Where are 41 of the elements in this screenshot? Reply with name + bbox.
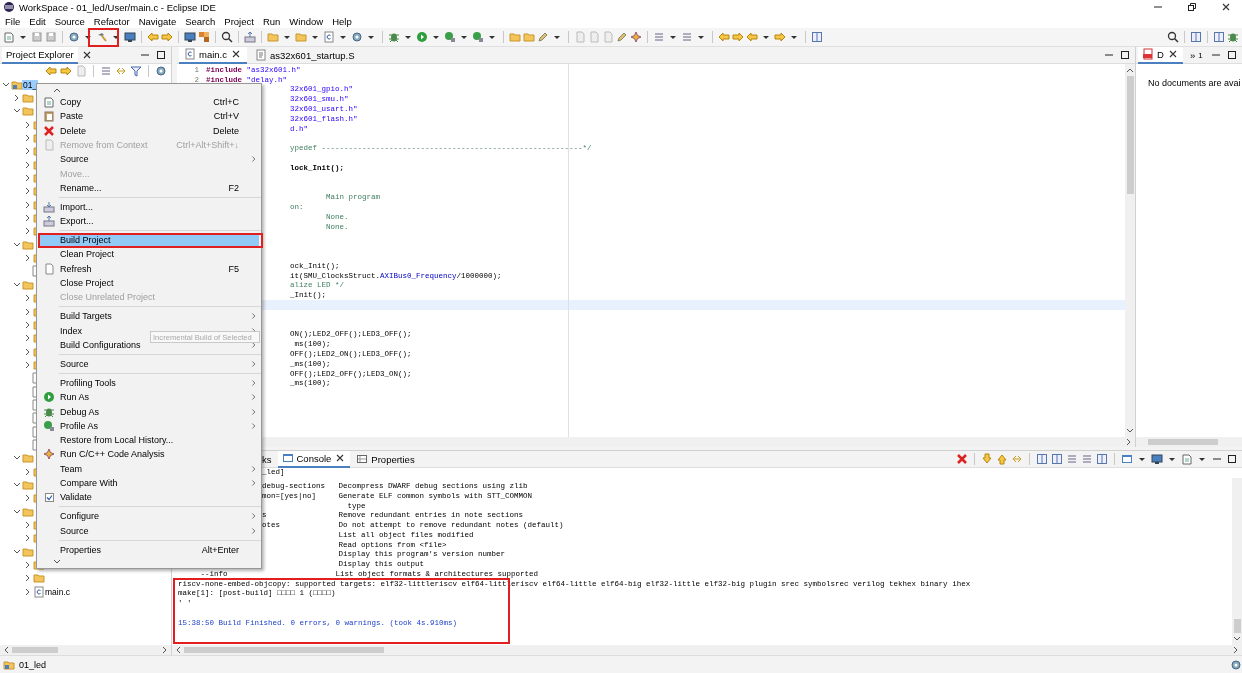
menu-item[interactable]: Delete Delete xyxy=(39,123,259,138)
menu-item[interactable]: Search xyxy=(185,15,216,27)
menu-item[interactable]: Configure xyxy=(39,509,259,524)
menu-item[interactable]: Debug As xyxy=(39,404,259,419)
menu-item[interactable]: Profiling Tools xyxy=(39,375,259,391)
menu-item[interactable]: Help xyxy=(332,15,352,27)
menu-item[interactable]: Rename... F2 xyxy=(39,180,259,196)
menu-item[interactable]: Project xyxy=(224,15,254,27)
menu-item[interactable]: Properties Alt+Enter xyxy=(39,542,259,557)
menu-item[interactable]: Profile As xyxy=(39,418,259,433)
menu-item[interactable]: Import... xyxy=(39,199,259,215)
menu-item[interactable]: Run xyxy=(262,15,281,27)
menu-item[interactable]: Source xyxy=(39,356,259,372)
view-tab[interactable]: Properties xyxy=(352,451,419,467)
view-tab[interactable]: Console xyxy=(277,450,351,468)
menu-item[interactable]: Clean Project xyxy=(39,247,259,262)
status-text: 01_led xyxy=(19,660,47,670)
menu-item[interactable]: File xyxy=(5,15,21,27)
menu-item[interactable]: Compare With xyxy=(39,475,259,491)
menu-item[interactable]: Close Project xyxy=(39,275,259,291)
menu-item[interactable]: Refresh F5 xyxy=(39,261,259,276)
menu-item[interactable]: Edit xyxy=(29,15,46,27)
menu-item[interactable]: Source xyxy=(39,152,259,167)
menu-item[interactable]: Source xyxy=(54,15,85,27)
menu-item[interactable]: Build Targets xyxy=(39,309,259,324)
menu-item[interactable]: Export... xyxy=(39,214,259,229)
menu-item[interactable]: Source xyxy=(39,523,259,538)
tree-item[interactable]: main.c xyxy=(44,586,72,597)
menu-item[interactable]: Window xyxy=(289,15,324,27)
menu-item[interactable]: Run As xyxy=(39,390,259,405)
menu-item[interactable]: Validate xyxy=(39,490,259,505)
empty-message: No documents are avai xyxy=(1147,77,1241,88)
menu-item[interactable]: Restore from Local History... xyxy=(39,432,259,448)
menu-item[interactable]: Copy Ctrl+C xyxy=(39,95,259,110)
menu-item[interactable]: Navigate xyxy=(138,15,177,27)
menu-item[interactable]: Paste Ctrl+V xyxy=(39,109,259,124)
window-title: WorkSpace - 01_led/User/main.c - Eclipse IDE xyxy=(19,1,216,13)
menu-item[interactable]: Team xyxy=(39,461,259,476)
editor-tab[interactable]: as32x601_startup.S xyxy=(250,47,360,63)
menu-item[interactable]: Refactor xyxy=(93,15,130,27)
menu-item[interactable]: Run C/C++ Code Analysis xyxy=(39,447,259,462)
